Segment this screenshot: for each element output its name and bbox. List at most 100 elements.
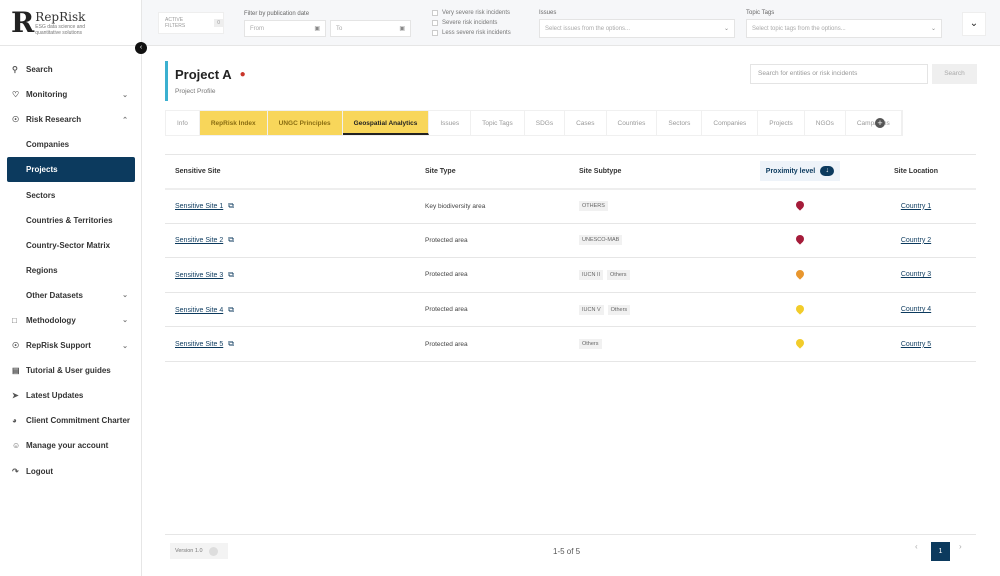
sidebar-item-label: Methodology (26, 315, 76, 325)
col-site-subtype[interactable]: Site Subtype (579, 154, 744, 190)
cell-proximity (744, 257, 856, 293)
proximity-pin-icon (794, 337, 806, 349)
next-page-button[interactable]: › (959, 542, 962, 551)
sidebar-item-label: Regions (26, 265, 58, 275)
tab-issues[interactable]: Issues (429, 111, 472, 135)
tab-ungc-principles[interactable]: UNGC Principles (267, 111, 343, 135)
tab-countries[interactable]: Countries (607, 111, 658, 135)
sidebar-item-label: Client Commitment Charter (26, 416, 131, 426)
tab-sectors[interactable]: Sectors (657, 111, 703, 135)
cell-proximity (744, 326, 856, 362)
proximity-pin-icon (794, 233, 806, 246)
page-1-button[interactable]: 1 (931, 542, 950, 561)
sidebar-item-label: Monitoring (26, 90, 68, 100)
info-icon[interactable] (208, 546, 218, 556)
sidebar-item-label: Search (26, 65, 53, 75)
country-link[interactable]: Country 5 (901, 341, 931, 348)
country-link[interactable]: Country 3 (901, 271, 931, 278)
country-link[interactable]: Country 4 (901, 306, 931, 313)
tab-projects[interactable]: Projects (758, 111, 805, 135)
sensitive-site-link[interactable]: Sensitive Site 5 (175, 341, 223, 348)
external-link-icon[interactable]: ⧉ (228, 201, 234, 210)
chevron-up-icon[interactable]: ⌃ (122, 116, 128, 124)
cell-location: Country 4 (856, 292, 976, 328)
sort-desc-icon[interactable]: ↓ (820, 166, 835, 177)
sidebar-item-label: Risk Research (26, 115, 82, 125)
checkbox-label: Less severe risk incidents (442, 30, 511, 36)
sidebar-item-latest-updates[interactable]: ➤ Latest Updates (0, 383, 142, 408)
cell-site-subtype: UNESCO-MAB (579, 223, 744, 259)
subtype-chip: Others (607, 304, 631, 315)
external-link-icon[interactable]: ⧉ (228, 235, 234, 244)
from-placeholder: From (250, 25, 264, 32)
profile-tabs: Info RepRisk Index UNGC Principles Geospati… (165, 110, 903, 136)
page-title: Project A (175, 67, 232, 82)
tab-companies[interactable]: Companies (702, 111, 759, 135)
sidebar-item-tutorial-user-guides[interactable]: ▤ Tutorial & User guides (0, 358, 142, 383)
date-to-input[interactable]: To ▣ (330, 20, 411, 37)
external-link-icon[interactable]: ⧉ (228, 339, 234, 348)
country-link[interactable]: Country 1 (901, 203, 931, 210)
sidebar-item-companies[interactable]: Companies (0, 132, 142, 157)
sidebar-item-monitoring[interactable]: ♡ Monitoring ⌄ (0, 82, 142, 107)
subtype-chip: IUCN V (579, 304, 604, 315)
brand-name: RepRisk (35, 9, 86, 24)
sensitive-site-link[interactable]: Sensitive Site 4 (175, 307, 223, 314)
collapse-sidebar-button[interactable]: ‹ (135, 42, 147, 54)
checkbox-less-severe[interactable]: Less severe risk incidents (432, 30, 511, 36)
tab-ngos[interactable]: NGOs (805, 111, 846, 135)
date-from-input[interactable]: From ▣ (244, 20, 326, 37)
tab-cases[interactable]: Cases (565, 111, 607, 135)
sidebar-item-projects[interactable]: Projects (7, 157, 135, 183)
country-link[interactable]: Country 2 (901, 237, 931, 244)
version-badge: Version 1.0 (170, 543, 228, 559)
sidebar-item-client-commitment-charter[interactable]: ◕ Client Commitment Charter (0, 408, 142, 433)
cell-location: Country 2 (856, 223, 976, 259)
chevron-down-icon[interactable]: ⌄ (122, 291, 128, 299)
sidebar-item-search[interactable]: ⚲ Search (0, 57, 142, 82)
col-proximity-level[interactable]: Proximity level ↓ (744, 154, 856, 190)
tab-campaigns[interactable]: Campaigns (846, 111, 902, 135)
tab-geospatial-analytics[interactable]: Geospatial Analytics (342, 111, 430, 135)
sidebar-item-sectors[interactable]: Sectors (0, 182, 142, 207)
topic-tags-select[interactable]: Select topic tags from the options... ⌄ (746, 19, 942, 38)
prev-page-button[interactable]: ‹ (915, 542, 918, 551)
checkbox-severe[interactable]: Severe risk incidents (432, 20, 497, 26)
active-filters[interactable]: ACTIVE FILTERS 0 (158, 12, 224, 34)
col-site-location[interactable]: Site Location (856, 154, 976, 190)
issues-select[interactable]: Select issues from the options... ⌄ (539, 19, 735, 38)
sidebar-item-label: Countries & Territories (26, 215, 113, 225)
col-site-type[interactable]: Site Type (425, 154, 579, 190)
chevron-down-icon[interactable]: ⌄ (122, 91, 128, 99)
sidebar-item-other-datasets[interactable]: Other Datasets ⌄ (0, 283, 142, 308)
sensitive-site-link[interactable]: Sensitive Site 2 (175, 237, 223, 244)
reprisk-logo[interactable]: R RepRisk ESG data science and quantitat… (0, 0, 141, 46)
sidebar-item-risk-research[interactable]: ☉ Risk Research ⌃ (0, 107, 142, 132)
expand-filters-button[interactable]: ⌄ (962, 12, 986, 36)
sidebar-item-regions[interactable]: Regions (0, 258, 142, 283)
active-filters-count: 0 (214, 19, 223, 27)
search-button[interactable]: Search (932, 64, 977, 84)
search-input[interactable]: Search for entities or risk incidents (750, 64, 928, 84)
sidebar-item-methodology[interactable]: □ Methodology ⌄ (0, 308, 142, 333)
checkbox-very-severe[interactable]: Very severe risk incidents (432, 10, 510, 16)
chevron-down-icon: ⌄ (930, 26, 936, 32)
tab-topic-tags[interactable]: Topic Tags (471, 111, 525, 135)
sidebar-item-countries-territories[interactable]: Countries & Territories (0, 208, 142, 233)
tab-sdgs[interactable]: SDGs (525, 111, 566, 135)
external-link-icon[interactable]: ⧉ (228, 270, 234, 279)
add-tab-icon[interactable]: + (875, 118, 885, 128)
tab-info[interactable]: Info (166, 111, 200, 135)
col-sensitive-site[interactable]: Sensitive Site (165, 154, 425, 190)
tab-reprisk-index[interactable]: RepRisk Index (199, 111, 268, 135)
chevron-down-icon[interactable]: ⌄ (122, 342, 128, 350)
sensitive-site-link[interactable]: Sensitive Site 1 (175, 203, 223, 210)
chevron-down-icon[interactable]: ⌄ (122, 316, 128, 324)
sidebar-item-country-sector-matrix[interactable]: Country-Sector Matrix (0, 233, 142, 258)
sidebar-item-logout[interactable]: ↷ Logout (0, 459, 142, 484)
sensitive-site-link[interactable]: Sensitive Site 3 (175, 272, 223, 279)
search-icon: ⚲ (12, 65, 18, 75)
external-link-icon[interactable]: ⧉ (228, 305, 234, 314)
sidebar-item-reprisk-support[interactable]: ☉ RepRisk Support ⌄ (0, 333, 142, 358)
sidebar-item-manage-your-account[interactable]: ☺ Manage your account (0, 433, 142, 458)
